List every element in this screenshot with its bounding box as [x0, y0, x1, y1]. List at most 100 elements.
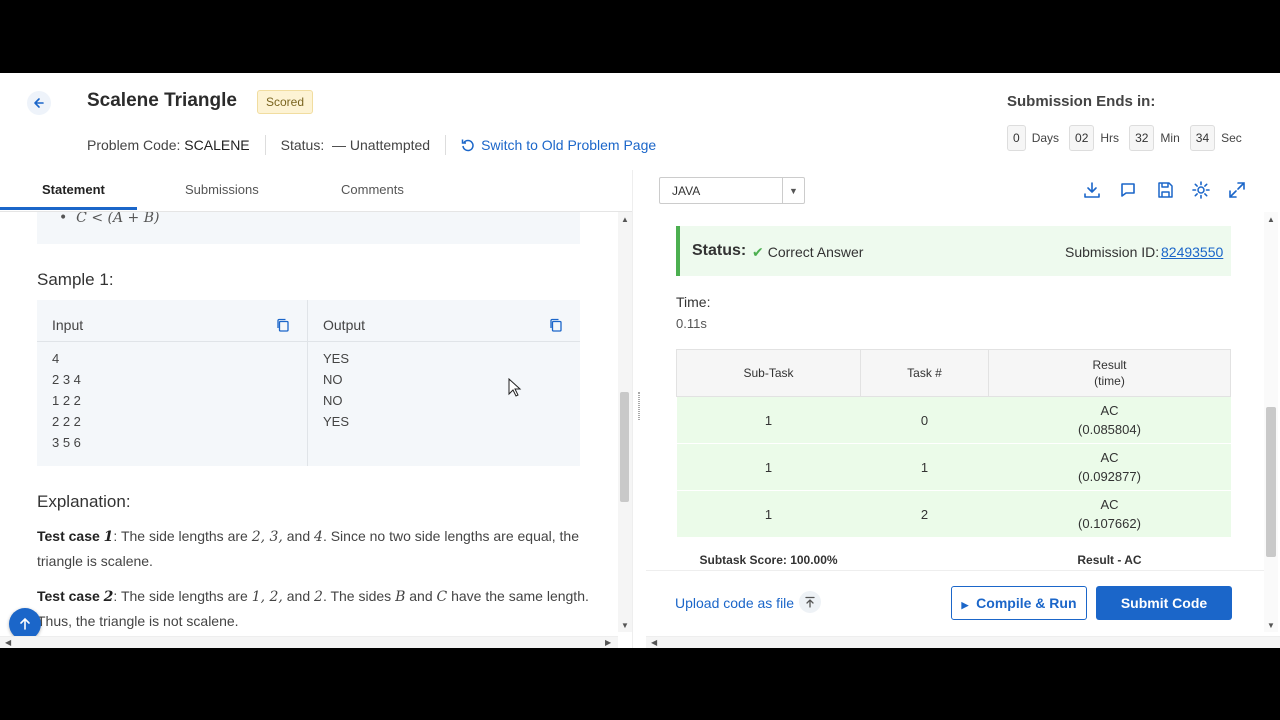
- explanation-title: Explanation:: [37, 492, 131, 511]
- meta-divider: [445, 135, 447, 155]
- table-header-row: Sub-Task Task # Result (time): [676, 349, 1231, 397]
- table-row: 1 2 AC (0.107662): [676, 490, 1231, 538]
- switch-old-page-link[interactable]: Switch to Old Problem Page: [461, 137, 656, 153]
- scroll-left-arrow-icon[interactable]: ◀: [5, 638, 11, 647]
- back-arrow-icon[interactable]: [27, 91, 51, 115]
- copy-input-icon[interactable]: [276, 318, 290, 332]
- language-value: JAVA: [672, 184, 701, 198]
- scroll-thumb[interactable]: [620, 392, 629, 502]
- result-status-label: Status:: [692, 242, 747, 259]
- subtask-score-row: Subtask Score: 100.00% Result - AC: [676, 537, 1231, 572]
- statement-horizontal-scrollbar[interactable]: ◀ ▶: [0, 636, 618, 648]
- compile-run-button[interactable]: ▶ Compile & Run: [951, 586, 1087, 620]
- save-icon[interactable]: [1155, 180, 1175, 200]
- countdown-days-unit: Days: [1031, 131, 1060, 145]
- scroll-left-arrow-icon[interactable]: ◀: [651, 638, 657, 647]
- upload-icon[interactable]: [799, 591, 821, 613]
- check-icon: ✔: [752, 244, 764, 260]
- time-label: Time:: [676, 294, 711, 310]
- cell-subtask: 1: [676, 396, 861, 444]
- input-text: 4 2 3 4 1 2 2 2 2 2 3 5 6: [52, 351, 81, 450]
- col-task: Task #: [860, 349, 989, 397]
- scroll-right-arrow-icon[interactable]: ▶: [605, 638, 611, 647]
- cell-task: 1: [860, 443, 989, 491]
- language-select[interactable]: JAVA ▼: [659, 177, 805, 204]
- submission-id-label: Submission ID:: [1065, 244, 1160, 260]
- countdown-minutes-unit: Min: [1160, 131, 1180, 145]
- countdown-hours-unit: Hrs: [1100, 131, 1120, 145]
- problem-title: Scalene Triangle: [87, 90, 237, 111]
- countdown-hours: 02: [1069, 125, 1095, 151]
- header-divider: [37, 341, 307, 342]
- col-result: Result (time): [988, 349, 1231, 397]
- meta-divider: [264, 135, 266, 155]
- comment-icon[interactable]: [1118, 180, 1138, 200]
- explanation-case-2: Test case 2: The side lengths are 1, 2, …: [37, 588, 589, 629]
- input-header: Input: [52, 317, 84, 333]
- tab-statement[interactable]: Statement: [42, 182, 105, 197]
- countdown-seconds-unit: Sec: [1221, 131, 1242, 145]
- tab-submissions[interactable]: Submissions: [185, 182, 259, 197]
- cell-task: 0: [860, 396, 989, 444]
- editor-horizontal-scrollbar[interactable]: ◀: [646, 636, 1280, 648]
- status-box: Status: ✔ Correct Answer Submission ID: 8…: [676, 226, 1231, 276]
- grip-icon: [638, 392, 640, 420]
- constraints-box: • C < (A + B): [37, 212, 580, 244]
- scroll-up-arrow-icon[interactable]: ▲: [621, 215, 629, 224]
- sample-title: Sample 1:: [37, 270, 114, 289]
- submission-id-link[interactable]: 82493550: [1161, 244, 1223, 260]
- countdown-seconds: 34: [1189, 125, 1216, 151]
- col-subtask: Sub-Task: [676, 349, 861, 397]
- download-icon[interactable]: [1082, 180, 1102, 200]
- status-value: — Unattempted: [332, 137, 431, 153]
- problem-code-label: Problem Code:: [87, 137, 181, 153]
- cell-subtask: 1: [676, 443, 861, 491]
- output-header: Output: [323, 317, 366, 333]
- scroll-up-arrow-icon[interactable]: ▲: [1267, 215, 1275, 224]
- result-panel: Status: ✔ Correct Answer Submission ID: 8…: [660, 212, 1247, 572]
- result-table: Sub-Task Task # Result (time) 1 0 AC (0.08…: [676, 349, 1231, 572]
- constraint-item: • C < (A + B): [59, 212, 160, 226]
- scored-badge: Scored: [257, 90, 314, 114]
- statement-scrollbar[interactable]: ▲ ▼: [618, 212, 632, 632]
- scroll-thumb[interactable]: [1266, 407, 1276, 557]
- cell-result: AC (0.092877): [988, 443, 1231, 491]
- countdown-days: 0: [1007, 125, 1026, 151]
- scroll-down-arrow-icon[interactable]: ▼: [621, 621, 629, 630]
- fullscreen-icon[interactable]: [1227, 180, 1247, 200]
- action-bar: Upload code as file ▶ Compile & Run Subm…: [646, 570, 1264, 636]
- sample-output: Output YES NO NO YES: [308, 300, 580, 466]
- problem-meta: Problem Code: SCALENE Status: — Unattemp…: [87, 135, 656, 155]
- copy-output-icon[interactable]: [549, 318, 563, 332]
- sample-input: Input 4 2 3 4 1 2 2 2 2 2 3 5 6: [37, 300, 308, 466]
- tab-comments[interactable]: Comments: [341, 182, 404, 197]
- play-icon: ▶: [961, 600, 969, 610]
- refresh-icon: [461, 139, 474, 152]
- time-value: 0.11s: [676, 316, 707, 331]
- cell-task: 2: [860, 490, 989, 538]
- chevron-down-icon: ▼: [782, 178, 804, 203]
- cell-result: AC (0.107662): [988, 490, 1231, 538]
- sample-box: Input 4 2 3 4 1 2 2 2 2 2 3 5 6 Output Y…: [37, 300, 580, 466]
- countdown: 0 Days 02 Hrs 32 Min 34 Sec: [1007, 125, 1252, 151]
- active-tab-indicator: [0, 207, 137, 210]
- table-row: 1 1 AC (0.092877): [676, 443, 1231, 491]
- countdown-minutes: 32: [1129, 125, 1155, 151]
- status-label: Status:: [280, 137, 325, 153]
- subtask-score: Subtask Score: 100.00%: [676, 537, 989, 572]
- upload-code-link[interactable]: Upload code as file: [675, 595, 794, 611]
- result-scrollbar[interactable]: ▲ ▼: [1264, 212, 1278, 632]
- table-row: 1 0 AC (0.085804): [676, 396, 1231, 444]
- cell-result: AC (0.085804): [988, 396, 1231, 444]
- output-text: YES NO NO YES: [323, 351, 350, 429]
- gear-icon[interactable]: [1191, 180, 1211, 200]
- submit-code-button[interactable]: Submit Code: [1096, 586, 1232, 620]
- problem-code: SCALENE: [184, 137, 250, 153]
- app-window: Scalene Triangle Scored Problem Code: SC…: [0, 73, 1280, 648]
- result-status-value: ✔ Correct Answer: [752, 244, 864, 260]
- scroll-down-arrow-icon[interactable]: ▼: [1267, 621, 1275, 630]
- explanation-case-1: Test case 1: The side lengths are 2, 3, …: [37, 528, 579, 569]
- header-divider: [308, 341, 580, 342]
- tabs-bar: Statement Submissions Comments: [0, 170, 640, 212]
- pane-resize-handle[interactable]: [632, 170, 646, 648]
